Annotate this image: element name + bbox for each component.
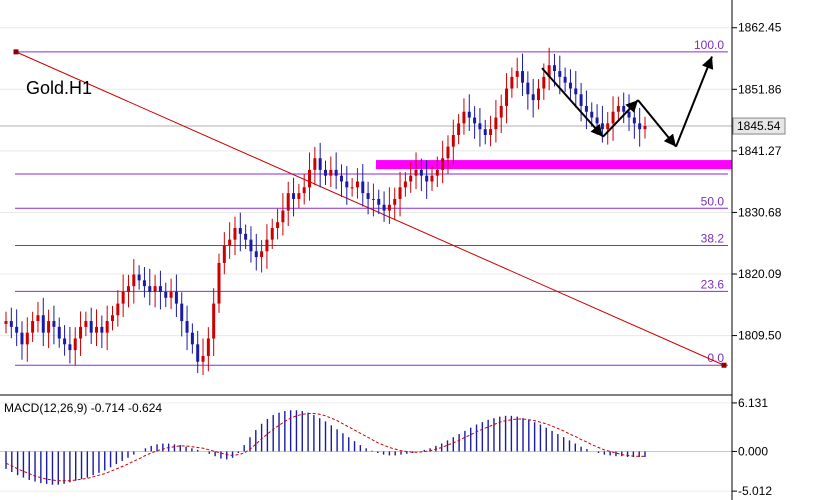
macd-title: MACD(12,26,9) -0.714 -0.624 — [4, 401, 162, 415]
macd-tick-label: 6.131 — [738, 396, 768, 410]
macd-tick-label: -5.012 — [738, 484, 772, 498]
macd-tick-label: 0.000 — [738, 444, 768, 458]
trading-terminal-chart: 100.0 50.0 38.2 23.6 0.0 1862.45 1851.86 1841.… — [0, 0, 820, 500]
macd-chart[interactable]: 6.131 0.000 -5.012 MACD(12,26,9) -0.714 -0… — [0, 0, 820, 500]
